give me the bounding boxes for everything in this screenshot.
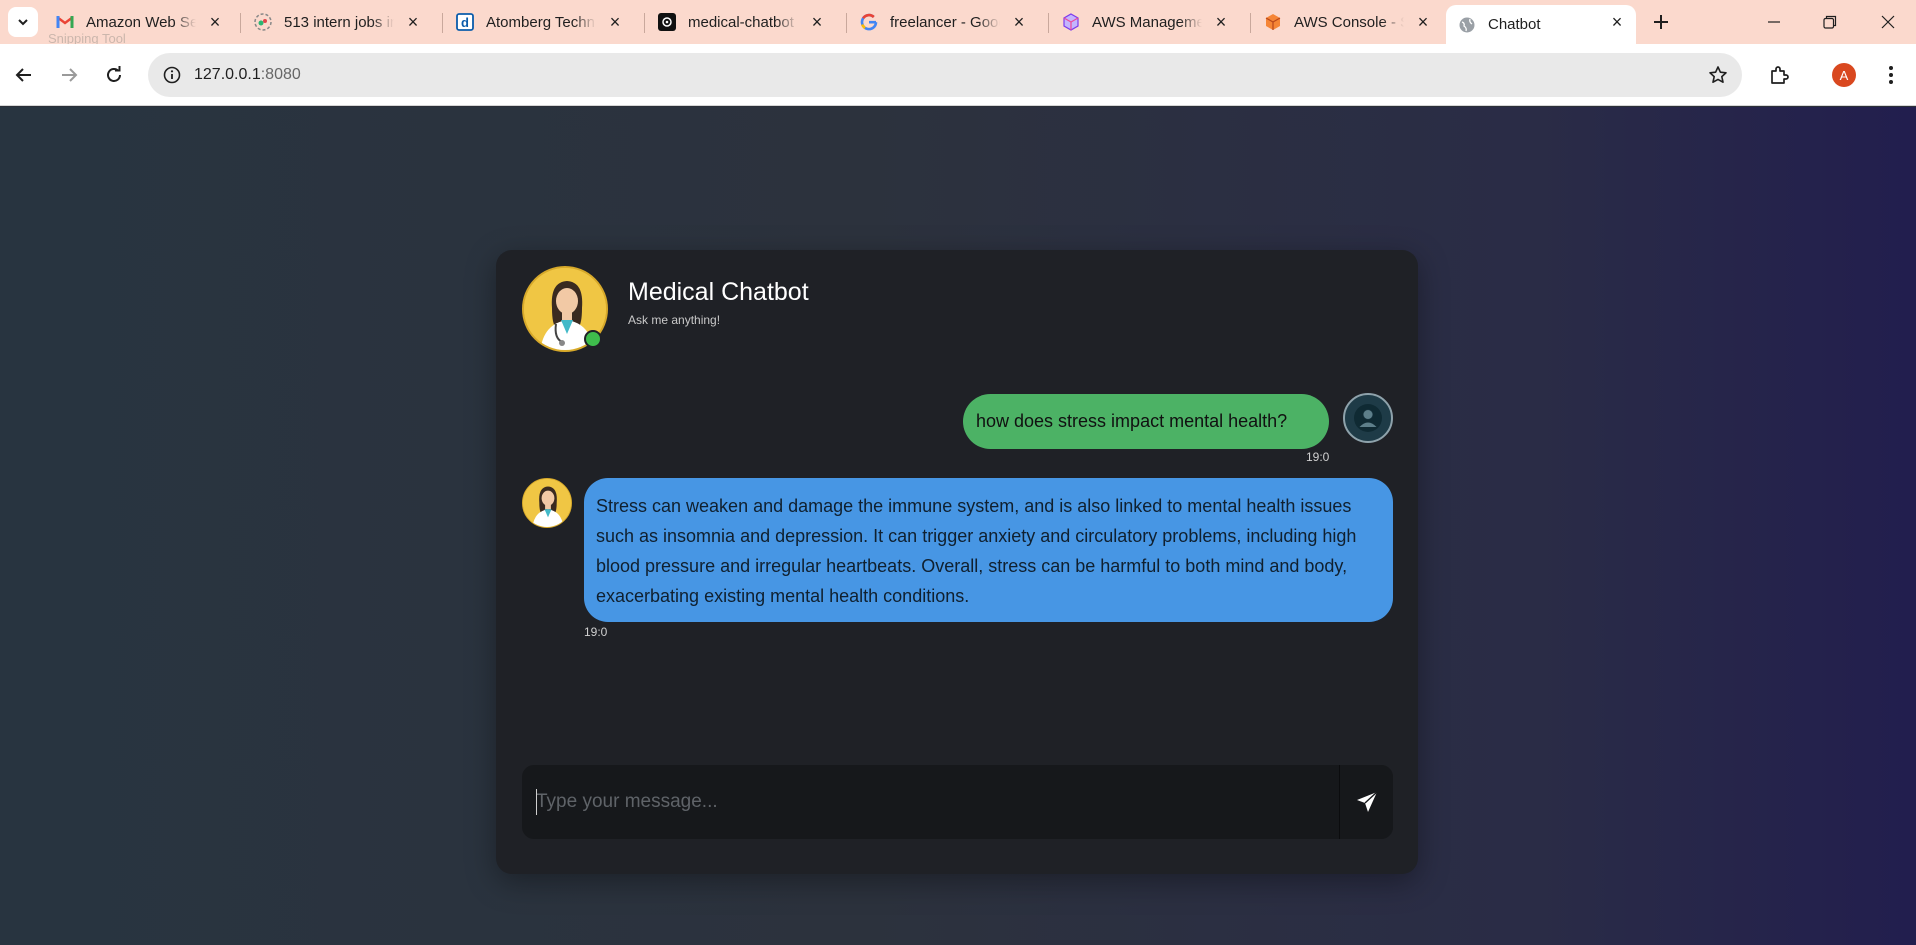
message-composer: [522, 765, 1393, 839]
tab-aws-management[interactable]: AWS Manageme ×: [1050, 5, 1240, 39]
close-icon: [1881, 15, 1895, 29]
chevron-down-icon: [18, 19, 28, 26]
profile-avatar[interactable]: A: [1832, 63, 1856, 87]
arrow-right-icon: [62, 68, 78, 82]
gmail-icon: [56, 13, 74, 31]
chat-card: Medical Chatbot Ask me anything! how doe…: [496, 250, 1418, 874]
tab-medical-chatbot-repo[interactable]: medical-chatbot ×: [646, 5, 836, 39]
d-logo-icon: d: [456, 13, 474, 31]
aws-orange-icon: [1264, 13, 1282, 31]
tab-divider: [442, 13, 443, 33]
tab-divider: [1250, 13, 1251, 33]
naukri-icon: [254, 13, 272, 31]
globe-icon: [1458, 16, 1476, 34]
url-text: 127.0.0.1:8080: [194, 66, 301, 84]
message-input[interactable]: [522, 765, 1340, 839]
close-icon[interactable]: ×: [606, 12, 624, 32]
tab-divider: [1048, 13, 1049, 33]
tab-freelancer-search[interactable]: freelancer - Goog ×: [848, 5, 1038, 39]
tab-aws-console[interactable]: AWS Console - S ×: [1252, 5, 1442, 39]
tab-label: AWS Console - S: [1294, 13, 1404, 31]
close-icon[interactable]: ×: [1212, 12, 1230, 32]
tab-divider: [240, 13, 241, 33]
tab-label: Amazon Web Services: [86, 13, 196, 31]
close-window-button[interactable]: [1860, 0, 1916, 44]
user-avatar: [1343, 393, 1393, 443]
arrow-left-icon: [15, 68, 31, 82]
puzzle-icon: [1771, 66, 1789, 84]
tab-search-button[interactable]: [8, 7, 38, 37]
chat-subtitle: Ask me anything!: [628, 313, 721, 327]
tab-divider: [644, 13, 645, 33]
tab-atomberg[interactable]: d Atomberg Techn ×: [444, 5, 634, 39]
chat-title: Medical Chatbot: [628, 278, 809, 306]
reload-button[interactable]: [97, 58, 131, 92]
extensions-button[interactable]: [1762, 58, 1796, 92]
reload-icon: [107, 66, 121, 82]
tab-label: freelancer - Goog: [890, 13, 1000, 31]
aws-cube-icon: [1062, 13, 1080, 31]
url-host: 127.0.0.1: [194, 66, 261, 83]
page-background: Medical Chatbot Ask me anything! how doe…: [0, 107, 1916, 945]
user-icon: [1354, 404, 1382, 432]
tab-chatbot[interactable]: Chatbot ×: [1446, 5, 1636, 44]
tab-label: 513 intern jobs in: [284, 13, 394, 31]
site-info-icon[interactable]: [158, 61, 186, 89]
bot-avatar: [522, 478, 572, 528]
close-icon[interactable]: ×: [1414, 12, 1432, 32]
close-icon[interactable]: ×: [1608, 12, 1626, 32]
user-message-time: 19:0: [1306, 450, 1330, 464]
url-port: :8080: [260, 66, 301, 83]
tab-label: AWS Manageme: [1092, 13, 1202, 31]
svg-text:d: d: [461, 15, 469, 30]
google-icon: [860, 13, 878, 31]
text-caret: [536, 789, 537, 815]
online-status-dot: [584, 330, 602, 348]
minimize-icon: [1768, 21, 1780, 23]
tab-label: medical-chatbot: [688, 13, 794, 31]
address-bar[interactable]: 127.0.0.1:8080: [148, 53, 1742, 97]
forward-button[interactable]: [52, 58, 86, 92]
restore-icon: [1823, 15, 1837, 29]
doctor-icon: [523, 479, 571, 527]
bot-message-bubble: Stress can weaken and damage the immune …: [584, 478, 1393, 622]
kebab-menu-icon: [1889, 66, 1893, 84]
bookmark-star-icon[interactable]: [1706, 63, 1730, 87]
send-button[interactable]: [1340, 765, 1393, 839]
browser-toolbar: 127.0.0.1:8080 A: [0, 44, 1916, 106]
restore-button[interactable]: [1802, 0, 1858, 44]
tab-label: Atomberg Techn: [486, 13, 595, 31]
close-icon[interactable]: ×: [808, 12, 826, 32]
tab-strip: Amazon Web Services × 513 intern jobs in…: [0, 0, 1916, 46]
plus-icon: [1654, 15, 1668, 29]
github-icon: [658, 13, 676, 31]
tab-divider: [846, 13, 847, 33]
close-icon[interactable]: ×: [1010, 12, 1028, 32]
bot-message-time: 19:0: [584, 625, 608, 639]
close-icon[interactable]: ×: [206, 12, 224, 32]
back-button[interactable]: [7, 58, 41, 92]
tab-label: Chatbot: [1488, 16, 1541, 33]
browser-menu-button[interactable]: [1876, 58, 1906, 92]
close-icon[interactable]: ×: [404, 12, 422, 32]
paper-plane-icon: [1356, 791, 1377, 812]
user-message-bubble: how does stress impact mental health?: [963, 394, 1329, 449]
minimize-button[interactable]: [1746, 0, 1802, 44]
new-tab-button[interactable]: [1647, 8, 1675, 36]
tab-intern-jobs[interactable]: 513 intern jobs in ×: [242, 5, 432, 39]
